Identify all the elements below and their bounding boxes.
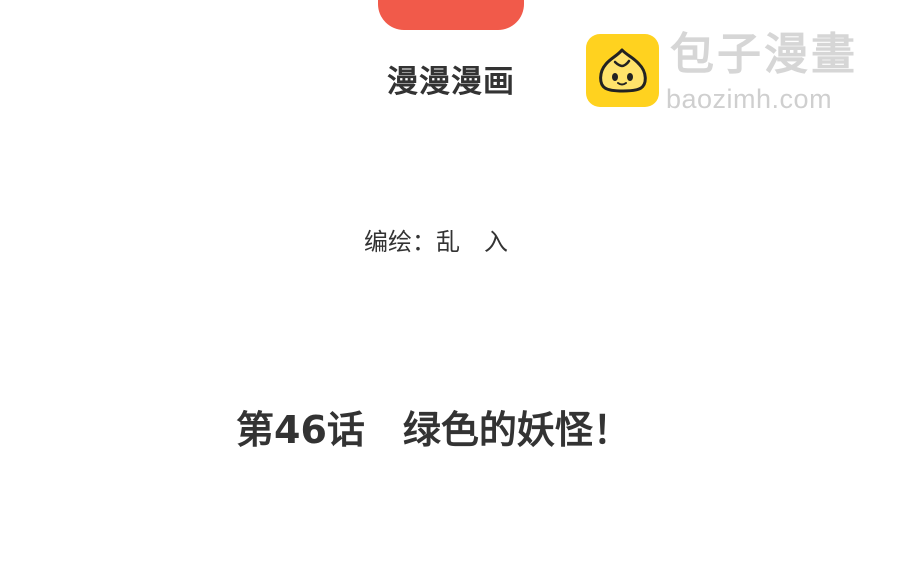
app-name: 漫漫漫画	[387, 64, 515, 100]
chapter-title: 第46话 绿色的妖怪！	[236, 408, 631, 452]
app-logo	[378, 0, 524, 30]
author-credit: 编绘：乱 入	[364, 228, 508, 256]
watermark-url: baozimh.com	[666, 84, 833, 114]
bun-mascot-icon	[599, 48, 647, 93]
watermark-title: 包子漫畫	[670, 29, 858, 80]
watermark-logo	[586, 34, 659, 107]
